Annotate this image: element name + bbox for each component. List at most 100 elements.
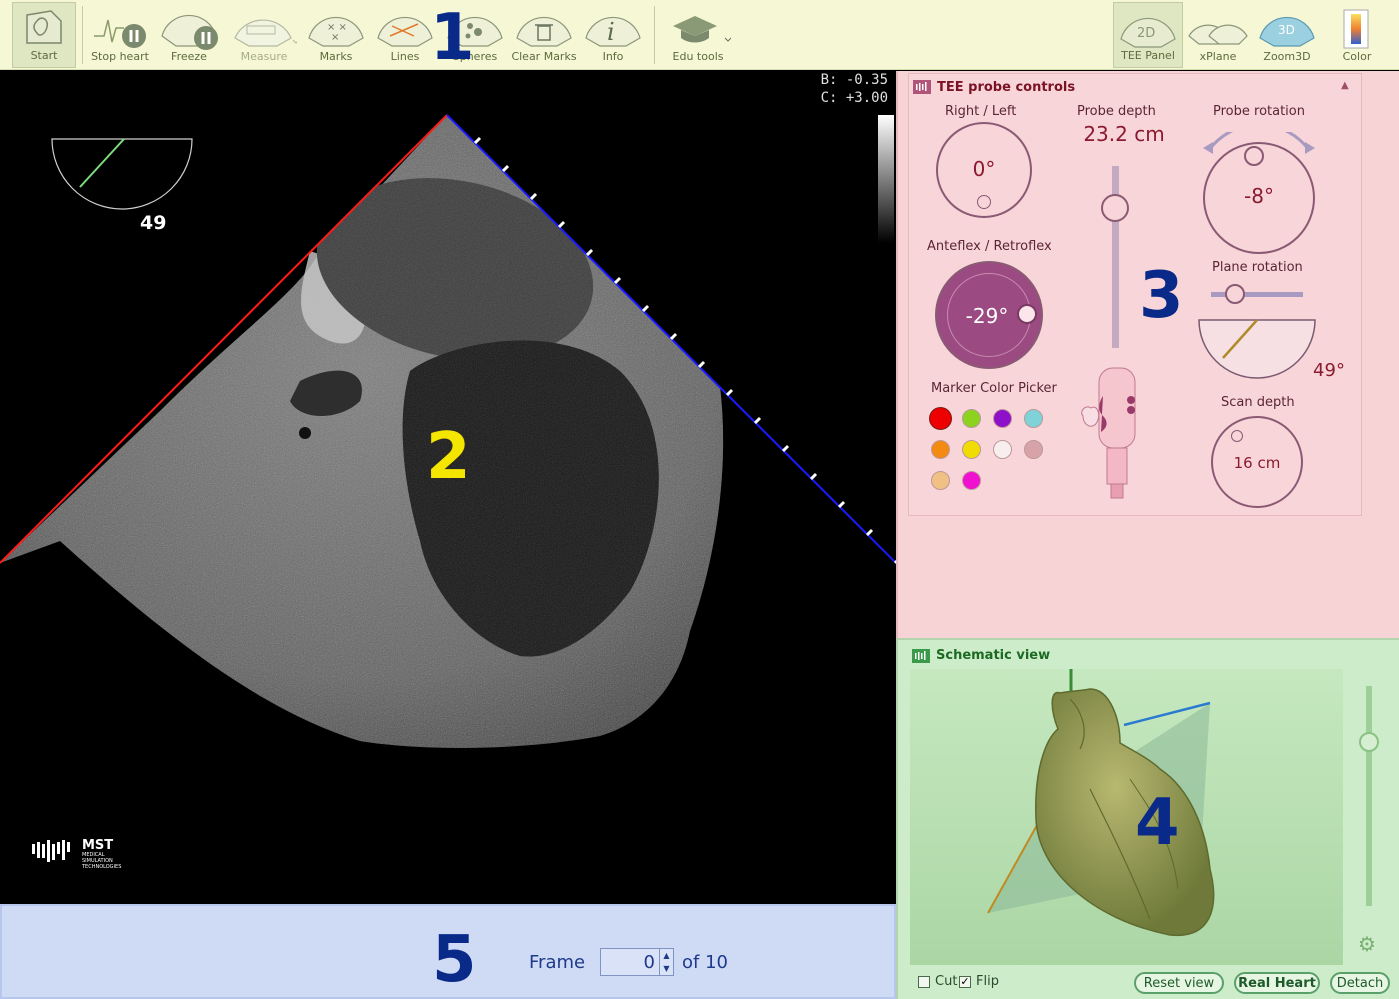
mst-logo-text: MST — [82, 838, 114, 853]
zoom3d-button[interactable]: 3D Zoom3D — [1254, 2, 1320, 68]
freeze-icon — [161, 14, 218, 50]
scan-depth-handle[interactable] — [1231, 430, 1243, 442]
anteflex-value: -29° — [965, 304, 1009, 328]
color-swatch[interactable] — [1024, 440, 1043, 459]
detach-button[interactable]: Detach — [1330, 972, 1390, 994]
xplane-button[interactable]: xPlane — [1186, 2, 1250, 68]
svg-text:2D: 2D — [1137, 26, 1155, 41]
probe-rotation-handle[interactable] — [1244, 146, 1264, 166]
tee-probe-icon — [1081, 367, 1136, 499]
color-swatch[interactable] — [962, 409, 981, 428]
toolbar-separator — [82, 6, 83, 64]
depth-tick — [725, 388, 734, 397]
probe-depth-value: 23.2 cm — [1083, 122, 1165, 146]
flip-checkbox[interactable]: ✓ — [959, 976, 971, 988]
color-swatch[interactable] — [931, 471, 950, 490]
annotation-number-4: 4 — [1135, 786, 1180, 860]
anteflex-retroflex-label: Anteflex / Retroflex — [927, 239, 1052, 254]
edu-tools-button[interactable]: Edu tools — [662, 2, 734, 68]
measure-icon — [234, 19, 297, 47]
stop-heart-icon — [94, 19, 146, 48]
start-label: Start — [30, 49, 58, 62]
annotation-number-5: 5 — [432, 923, 477, 997]
cut-label: Cut — [935, 974, 958, 989]
schematic-zoom-slider-track[interactable] — [1366, 686, 1372, 906]
probe-depth-slider-handle[interactable] — [1101, 194, 1129, 222]
sector-angle-value: 49 — [140, 212, 167, 234]
right-left-handle[interactable] — [977, 195, 991, 209]
color-swatch[interactable] — [1024, 409, 1043, 428]
spin-up-icon[interactable]: ▲ — [663, 951, 669, 960]
panel-logo-icon — [913, 80, 931, 94]
depth-tick — [697, 360, 706, 369]
probe-depth-label: Probe depth — [1077, 104, 1156, 119]
color-button[interactable]: Color — [1326, 2, 1388, 68]
frame-total: of 10 — [682, 952, 728, 973]
schematic-zoom-slider-handle[interactable] — [1359, 732, 1379, 752]
right-left-value: 0° — [972, 157, 996, 181]
collapse-icon[interactable]: ▲ — [1341, 80, 1349, 91]
color-swatch[interactable] — [962, 471, 981, 490]
depth-tick — [529, 192, 538, 201]
frame-spinner[interactable]: ▲ ▼ — [659, 949, 673, 975]
color-swatch[interactable] — [993, 409, 1012, 428]
clear-marks-label: Clear Marks — [511, 50, 577, 63]
marks-icon: × ×× — [308, 16, 364, 47]
plane-rotation-sector — [1198, 319, 1316, 379]
depth-tick — [669, 332, 678, 341]
lines-button[interactable]: Lines — [373, 2, 437, 68]
panel-logo-icon — [912, 649, 930, 663]
cut-checkbox[interactable] — [918, 976, 930, 988]
color-swatch[interactable] — [993, 440, 1012, 459]
tee-panel-title: TEE probe controls — [937, 80, 1076, 95]
color-swatch[interactable] — [931, 440, 950, 459]
xplane-label: xPlane — [1199, 50, 1237, 63]
color-swatch[interactable] — [929, 407, 952, 430]
clear-marks-button[interactable]: Clear Marks — [510, 2, 578, 68]
toolbar: Start Stop heart Freeze Measure × × × Mar… — [0, 0, 1399, 70]
mst-logo-sub-3: TECHNOLOGIES — [82, 864, 122, 870]
real-heart-button[interactable]: Real Heart — [1234, 972, 1320, 994]
svg-text:3D: 3D — [1278, 23, 1295, 37]
plane-rotation-slider-handle[interactable] — [1225, 284, 1245, 304]
depth-tick — [641, 304, 650, 313]
start-button[interactable]: Start — [12, 2, 76, 68]
contrast-value: C: +3.00 — [820, 90, 888, 106]
spin-down-icon[interactable]: ▼ — [663, 964, 669, 973]
heart-model — [910, 669, 1343, 965]
3d-icon: 3D — [1259, 16, 1315, 47]
tee-panel-button[interactable]: 2D TEE Panel — [1113, 2, 1183, 68]
color-label: Color — [1342, 50, 1372, 63]
measure-label: Measure — [240, 50, 288, 63]
graduation-cap-icon — [673, 16, 731, 43]
plane-rotation-label: Plane rotation — [1212, 260, 1303, 275]
tee-probe-region: TEE probe controls ▲ Right / Left 0° Pro… — [896, 71, 1399, 638]
brightness-contrast-readout: B: -0.35 C: +3.00 — [821, 71, 888, 107]
color-swatch[interactable] — [962, 440, 981, 459]
marks-button[interactable]: × × × Marks — [305, 2, 367, 68]
marker-color-picker-label: Marker Color Picker — [931, 381, 1057, 396]
lines-label: Lines — [390, 50, 420, 63]
measure-button[interactable]: Measure — [228, 2, 300, 68]
edu-tools-label: Edu tools — [672, 50, 724, 63]
info-button[interactable]: i Info — [582, 2, 644, 68]
depth-tick — [753, 416, 762, 425]
plane-rotation-value: 49° — [1313, 360, 1345, 381]
settings-gear-icon[interactable]: ⚙ — [1358, 932, 1376, 956]
freeze-button[interactable]: Freeze — [158, 2, 220, 68]
depth-tick — [781, 444, 790, 453]
depth-tick — [809, 472, 818, 481]
reset-view-button[interactable]: Reset view — [1134, 972, 1224, 994]
stop-heart-button[interactable]: Stop heart — [88, 2, 152, 68]
info-label: Info — [602, 50, 624, 63]
scan-depth-label: Scan depth — [1221, 395, 1295, 410]
annotation-number-2: 2 — [426, 420, 471, 494]
depth-tick — [473, 136, 482, 145]
ultrasound-view[interactable]: 2 B: -0.35 C: +3.00 49 MST MEDICAL SIMULA… — [0, 71, 896, 904]
toolbar-separator — [654, 6, 655, 64]
heart-3d-view[interactable]: 4 — [910, 669, 1343, 965]
zoom3d-label: Zoom3D — [1263, 50, 1311, 63]
app-window: Start Stop heart Freeze Measure × × × Mar… — [0, 0, 1399, 999]
color-icon — [1343, 9, 1369, 49]
depth-tick — [501, 164, 510, 173]
